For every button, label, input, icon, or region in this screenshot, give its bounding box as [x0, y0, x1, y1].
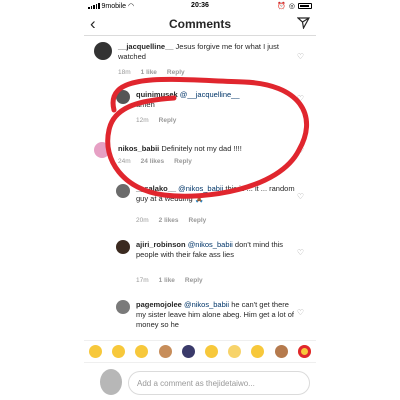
reply-button[interactable]: Reply: [185, 276, 203, 286]
reply-button[interactable]: Reply: [189, 216, 207, 226]
thumbs-up-icon[interactable]: [274, 345, 288, 358]
heart-eyes-face-2-icon[interactable]: [297, 345, 311, 358]
comment-item: __jacquelline__ Jesus forgive me for wha…: [84, 40, 316, 80]
comment-input[interactable]: Add a comment as thejidetaiwo...: [128, 371, 310, 395]
comment-age: 12m: [136, 117, 149, 124]
praying-hands-emoji: 🙏🏾: [194, 194, 205, 203]
comment-age: 18m: [118, 69, 131, 76]
avatar[interactable]: [116, 300, 130, 314]
reply-button[interactable]: Reply: [167, 68, 185, 78]
comment-username[interactable]: quinimusek: [136, 90, 178, 99]
like-heart-icon[interactable]: ♡: [297, 94, 304, 104]
comment-username[interactable]: nikos_babii: [118, 144, 159, 153]
like-heart-icon[interactable]: ♡: [297, 192, 304, 202]
thinking-face-icon[interactable]: [251, 345, 265, 358]
reply-button[interactable]: Reply: [159, 116, 177, 126]
comment-mention[interactable]: @__jacquelline__: [180, 90, 240, 99]
phone-screen: 9mobile ◠ 20:36 ⏰ ◎ ‹ Comments __jacquel…: [84, 0, 316, 400]
comment-age: 24m: [118, 158, 131, 165]
comment-text: Definitely not my dad !!!!: [161, 144, 242, 153]
status-bar: 9mobile ◠ 20:36 ⏰ ◎: [84, 0, 316, 12]
comment-likes[interactable]: 2 likes: [159, 216, 179, 226]
comment-item: ajiri_robinson @nikos_babii don't mind t…: [84, 238, 316, 286]
like-heart-icon[interactable]: ♡: [297, 248, 304, 258]
person-raising-hand-icon[interactable]: [181, 345, 195, 358]
comment-item: pagemojolee @nikos_babii he can't get th…: [84, 298, 316, 340]
reply-button[interactable]: Reply: [174, 157, 192, 167]
comment-username[interactable]: __salako__: [136, 184, 176, 193]
avatar[interactable]: [116, 184, 130, 198]
comment-likes[interactable]: 1 like: [159, 276, 175, 286]
avatar[interactable]: [94, 142, 110, 158]
clapping-hands-icon[interactable]: [158, 345, 172, 358]
status-right: ⏰ ◎: [277, 2, 312, 10]
like-heart-icon[interactable]: ♡: [297, 52, 304, 62]
comment-username[interactable]: pagemojolee: [136, 300, 182, 309]
emoji-quick-bar: [84, 340, 316, 362]
relieved-face-icon[interactable]: [228, 345, 242, 358]
avatar[interactable]: [116, 240, 130, 254]
comment-item: nikos_babii Definitely not my dad !!!! 2…: [84, 140, 316, 170]
face-with-tears-of-joy-icon[interactable]: [89, 345, 103, 358]
like-heart-icon[interactable]: ♡: [297, 308, 304, 318]
comment-likes[interactable]: 1 like: [141, 68, 157, 78]
comment-username[interactable]: ajiri_robinson: [136, 240, 186, 249]
comment-username[interactable]: __jacquelline__: [118, 42, 173, 51]
current-user-avatar: [100, 369, 122, 395]
comment-mention[interactable]: @nikos_babii: [178, 184, 223, 193]
comment-mention[interactable]: @nikos_babii: [188, 240, 233, 249]
winking-tongue-face-icon[interactable]: [112, 345, 126, 358]
smiling-face-icon[interactable]: [205, 345, 219, 358]
send-icon[interactable]: [297, 17, 310, 29]
comment-item: __salako__ @nikos_babii this is ... it .…: [84, 182, 316, 226]
avatar[interactable]: [94, 42, 112, 60]
like-heart-icon[interactable]: ♡: [297, 146, 304, 156]
battery-icon: [298, 3, 312, 9]
comment-age: 20m: [136, 217, 149, 224]
heart-eyes-face-icon[interactable]: [135, 345, 149, 358]
avatar[interactable]: [116, 90, 130, 104]
alarm-icon: ⏰: [277, 3, 286, 10]
rotation-lock-icon: ◎: [288, 3, 295, 10]
comments-header: ‹ Comments: [84, 12, 316, 36]
comment-likes[interactable]: 24 likes: [141, 157, 165, 167]
comment-text: amen: [136, 100, 155, 109]
comment-age: 17m: [136, 277, 149, 284]
comment-item: quinimusek @__jacquelline__ amen 12m Rep…: [84, 86, 316, 124]
comment-mention[interactable]: @nikos_babii: [184, 300, 229, 309]
page-title: Comments: [168, 17, 231, 31]
add-comment-bar: Add a comment as thejidetaiwo...: [84, 362, 316, 400]
